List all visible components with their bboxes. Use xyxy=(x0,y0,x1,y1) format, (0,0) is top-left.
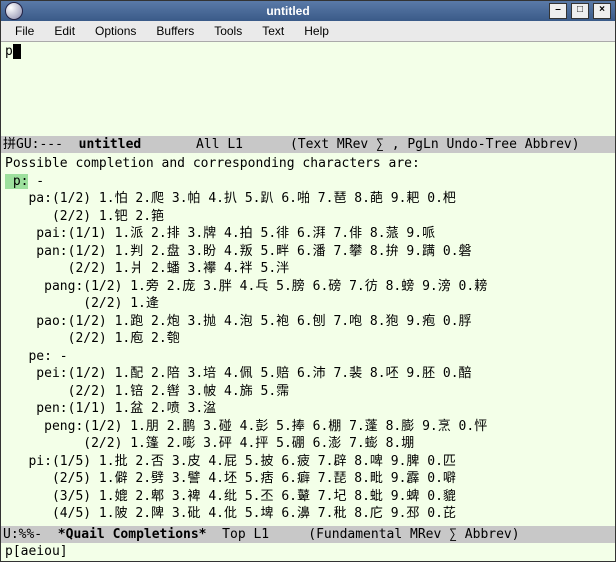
text-cursor xyxy=(13,44,21,59)
completions-buffer[interactable]: Possible completion and corresponding ch… xyxy=(1,153,615,526)
modeline-top-modes: All L1 (Text MRev ∑ , PgLn Undo-Tree Abb… xyxy=(141,137,579,152)
titlebar: untitled – □ × xyxy=(1,1,615,21)
typed-text: p xyxy=(5,44,13,59)
menu-buffers[interactable]: Buffers xyxy=(146,24,204,38)
app-icon xyxy=(5,2,23,20)
minibuffer-text: p[aeiou] xyxy=(5,544,68,559)
menu-file[interactable]: File xyxy=(5,24,44,38)
completion-root: p: xyxy=(5,174,28,189)
menu-text[interactable]: Text xyxy=(252,24,294,38)
modeline-bottom-buffer-name: *Quail Completions* xyxy=(58,527,207,542)
modeline-bottom-modes: Top L1 (Fundamental MRev ∑ Abbrev) xyxy=(207,527,520,542)
completion-root-val: - xyxy=(28,174,44,189)
maximize-button[interactable]: □ xyxy=(571,3,589,19)
emacs-window: untitled – □ × File Edit Options Buffers… xyxy=(0,0,616,562)
menu-tools[interactable]: Tools xyxy=(204,24,252,38)
menubar: File Edit Options Buffers Tools Text Hel… xyxy=(1,21,615,42)
menu-help[interactable]: Help xyxy=(294,24,339,38)
window-buttons: – □ × xyxy=(549,3,611,19)
menu-options[interactable]: Options xyxy=(85,24,146,38)
completions-header: Possible completion and corresponding ch… xyxy=(5,156,420,171)
close-button[interactable]: × xyxy=(593,3,611,19)
modeline-top[interactable]: 拼GU:--- untitled All L1 (Text MRev ∑ , P… xyxy=(1,136,615,153)
modeline-bottom-left: U:%%- xyxy=(3,527,58,542)
completion-lines: pa:(1/2) 1.怕 2.爬 3.帕 4.扒 5.趴 6.啪 7.琶 8.葩… xyxy=(5,191,487,521)
menu-edit[interactable]: Edit xyxy=(44,24,85,38)
modeline-top-buffer-name: untitled xyxy=(79,137,142,152)
main-buffer[interactable]: p xyxy=(1,42,615,136)
minimize-button[interactable]: – xyxy=(549,3,567,19)
window-title: untitled xyxy=(27,4,549,18)
modeline-top-left: 拼GU:--- xyxy=(3,137,79,152)
minibuffer[interactable]: p[aeiou] xyxy=(1,543,615,561)
modeline-bottom[interactable]: U:%%- *Quail Completions* Top L1 (Fundam… xyxy=(1,526,615,543)
